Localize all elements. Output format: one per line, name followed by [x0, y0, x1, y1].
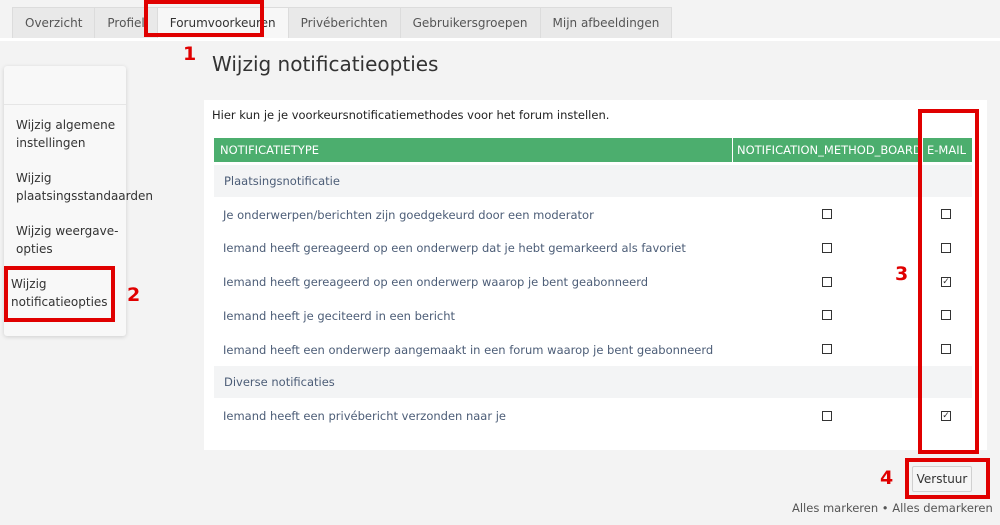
tab-underline — [0, 38, 1000, 41]
tab-overzicht[interactable]: Overzicht — [12, 7, 96, 38]
board-checkbox[interactable] — [822, 344, 832, 354]
annotation-box-4 — [905, 458, 990, 499]
unmark-all-link[interactable]: Alles demarkeren — [892, 501, 993, 515]
tab-mijn-afbeeldingen[interactable]: Mijn afbeeldingen — [539, 7, 673, 38]
group-label: Diverse notificaties — [224, 375, 335, 389]
tab-bar: Overzicht Profiel Forumvoorkeuren Privéb… — [12, 7, 673, 38]
column-divider — [732, 138, 733, 162]
group-row-diverse-notificaties: Diverse notificaties — [214, 366, 972, 398]
board-checkbox[interactable] — [822, 209, 832, 219]
annotation-number-2: 2 — [127, 284, 141, 306]
row-label-privebericht: Iemand heeft een privébericht verzonden … — [223, 409, 507, 423]
tab-priveberichten[interactable]: Privéberichten — [287, 7, 401, 38]
annotation-number-3: 3 — [895, 263, 909, 285]
board-checkbox[interactable] — [822, 277, 832, 287]
annotation-box-1 — [144, 0, 264, 37]
column-notificatietype: Notificatietype — [220, 143, 320, 157]
row-label-goedgekeurd: Je onderwerpen/berichten zijn goedgekeur… — [223, 208, 594, 222]
page-title: Wijzig notificatieopties — [212, 52, 439, 76]
mark-separator: • — [881, 501, 889, 515]
board-checkbox[interactable] — [822, 411, 832, 421]
sidebar-item-plaatsingsstandaarden[interactable]: Wijzig plaatsingsstandaarden — [16, 169, 153, 205]
mark-all-link[interactable]: Alles markeren — [792, 501, 878, 515]
row-label-favoriet: Iemand heeft gereageerd op een onderwerp… — [223, 241, 686, 255]
annotation-number-1: 1 — [183, 43, 197, 65]
sidebar-divider — [4, 104, 126, 105]
mark-links: Alles markeren • Alles demarkeren — [792, 501, 993, 515]
row-label-geabonneerd-onderwerp: Iemand heeft gereageerd op een onderwerp… — [223, 275, 649, 289]
sidebar-item-weergave-opties[interactable]: Wijzig weergave- opties — [16, 222, 136, 258]
board-checkbox[interactable] — [822, 243, 832, 253]
board-checkbox[interactable] — [822, 310, 832, 320]
group-row-plaatsingsnotificatie: Plaatsingsnotificatie — [214, 165, 972, 197]
annotation-box-2 — [4, 266, 115, 322]
row-label-geciteerd: Iemand heeft je geciteerd in een bericht — [223, 309, 456, 323]
sidebar-item-algemene-instellingen[interactable]: Wijzig algemene instellingen — [16, 116, 136, 152]
column-board: NOTIFICATION_METHOD_BOARD — [737, 143, 922, 157]
group-label: Plaatsingsnotificatie — [224, 174, 340, 188]
row-label-forum-geabonneerd: Iemand heeft een onderwerp aangemaakt in… — [223, 343, 714, 357]
table-header: Notificatietype NOTIFICATION_METHOD_BOAR… — [214, 138, 972, 162]
intro-text: Hier kun je je voorkeursnotificatiemetho… — [212, 108, 610, 122]
annotation-number-4: 4 — [880, 467, 894, 489]
tab-gebruikersgroepen[interactable]: Gebruikersgroepen — [399, 7, 541, 38]
annotation-box-3 — [918, 109, 979, 454]
